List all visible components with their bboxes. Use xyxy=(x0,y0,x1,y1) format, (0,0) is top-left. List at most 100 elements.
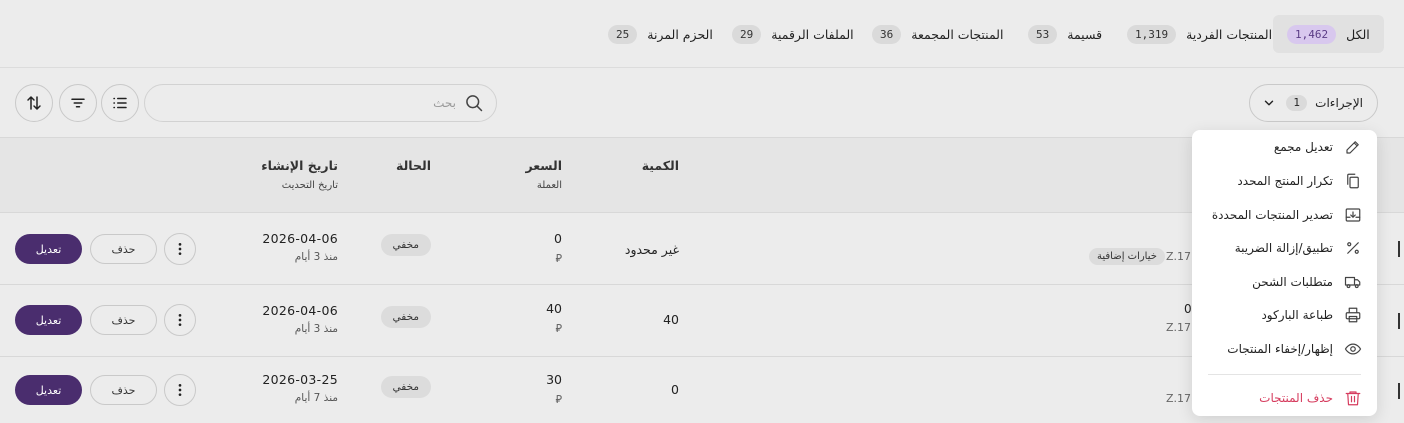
menu-item-tax[interactable]: تطبيق/إزالة الضريبة xyxy=(1192,233,1377,263)
riyal-currency-icon: ⃁ xyxy=(555,322,562,335)
search-box[interactable] xyxy=(144,84,497,122)
more-options-button[interactable] xyxy=(164,304,196,336)
kebab-menu-icon xyxy=(172,241,188,257)
menu-item-export[interactable]: تصدير المنتجات المحددة xyxy=(1192,200,1377,230)
tab-label: الملفات الرقمية xyxy=(771,26,854,42)
product-type-tabs: الكل 1,462 المنتجات الفردية 1,319 قسيمة … xyxy=(0,0,1404,68)
product-sku: Z.17 xyxy=(1166,250,1192,263)
pencil-icon xyxy=(1343,137,1363,157)
price-cell: 30 ⃁ xyxy=(546,372,562,407)
actions-dropdown-button[interactable]: الإجراءات 1 xyxy=(1249,84,1378,122)
tab-count-badge: 1,319 xyxy=(1127,24,1177,44)
tab-count-badge: 53 xyxy=(1028,24,1058,44)
actions-label: الإجراءات xyxy=(1315,96,1363,110)
extra-options-chip: خيارات إضافية xyxy=(1089,248,1165,265)
updated-relative-time: منذ 7 أيام xyxy=(294,392,338,404)
chevron-down-icon xyxy=(1262,96,1276,110)
tab-bundled-products[interactable]: المنتجات المجمعة 36 xyxy=(858,15,1017,53)
menu-divider xyxy=(1208,374,1361,375)
tab-label: المنتجات المجمعة xyxy=(911,26,1004,42)
product-sku: Z.17 xyxy=(1166,321,1192,334)
trash-icon xyxy=(1343,388,1363,408)
menu-item-bulk-edit[interactable]: تعديل مجمع xyxy=(1192,132,1377,162)
tab-single-products[interactable]: المنتجات الفردية 1,319 xyxy=(1113,15,1286,53)
menu-item-print-barcode[interactable]: طباعة الباركود xyxy=(1192,300,1377,330)
export-icon xyxy=(1343,205,1363,225)
search-icon xyxy=(464,93,484,113)
price-value: 30 xyxy=(546,372,562,387)
menu-item-delete-products[interactable]: حذف المنتجات xyxy=(1192,383,1377,413)
created-date: 2026-04-06 xyxy=(262,303,338,318)
filter-icon xyxy=(69,94,87,112)
row-edge-marker xyxy=(1398,383,1402,399)
search-input[interactable] xyxy=(356,96,456,110)
updated-date-header: تاريخ التحديث xyxy=(281,180,338,191)
list-icon xyxy=(111,94,129,112)
hidden-product-value: 0 xyxy=(1184,302,1192,316)
delete-button[interactable]: حذف xyxy=(90,234,157,264)
price-value: 40 xyxy=(546,301,562,316)
tab-digital-files[interactable]: الملفات الرقمية 29 xyxy=(718,15,868,53)
created-date-header: تاريخ الإنشاء xyxy=(261,158,338,173)
column-header-price: السعر العملة xyxy=(525,158,562,191)
price-cell: 40 ⃁ xyxy=(546,301,562,336)
created-date: 2026-03-25 xyxy=(262,372,338,387)
copy-icon xyxy=(1343,171,1363,191)
status-cell: مخفي xyxy=(380,306,431,328)
riyal-currency-icon: ⃁ xyxy=(555,252,562,265)
printer-icon xyxy=(1343,305,1363,325)
kebab-menu-icon xyxy=(172,312,188,328)
product-sku: Z.17 xyxy=(1166,392,1192,405)
edit-button[interactable]: تعديل xyxy=(15,234,82,264)
tab-all[interactable]: الكل 1,462 xyxy=(1273,15,1384,53)
sort-button[interactable] xyxy=(15,84,53,122)
status-badge: مخفي xyxy=(380,306,431,328)
date-cell: 2026-04-06 منذ 3 أيام xyxy=(262,231,338,263)
column-header-dates: تاريخ الإنشاء تاريخ التحديث xyxy=(261,158,338,191)
selected-count-badge: 1 xyxy=(1286,95,1308,111)
kebab-menu-icon xyxy=(172,382,188,398)
edit-button[interactable]: تعديل xyxy=(15,375,82,405)
created-date: 2026-04-06 xyxy=(262,231,338,246)
percent-icon xyxy=(1343,238,1363,258)
price-cell: 0 ⃁ xyxy=(554,231,562,266)
quantity-cell: 40 xyxy=(663,312,679,327)
more-options-button[interactable] xyxy=(164,233,196,265)
more-options-button[interactable] xyxy=(164,374,196,406)
delete-button[interactable]: حذف xyxy=(90,375,157,405)
eye-icon xyxy=(1343,339,1363,359)
price-value: 0 xyxy=(554,231,562,246)
menu-item-duplicate[interactable]: تكرار المنتج المحدد xyxy=(1192,166,1377,196)
status-cell: مخفي xyxy=(380,234,431,256)
tab-count-badge: 25 xyxy=(608,24,638,44)
tab-label: الحزم المرنة xyxy=(647,26,713,42)
list-view-button[interactable] xyxy=(101,84,139,122)
row-edge-marker xyxy=(1398,241,1402,257)
updated-relative-time: منذ 3 أيام xyxy=(294,251,338,263)
tab-label: المنتجات الفردية xyxy=(1186,26,1273,42)
updated-relative-time: منذ 3 أيام xyxy=(294,323,338,335)
tab-count-badge: 29 xyxy=(732,24,762,44)
column-header-quantity: الكمية xyxy=(641,158,679,173)
sort-arrows-icon xyxy=(25,94,43,112)
tab-label: الكل xyxy=(1346,26,1370,42)
quantity-cell: 0 xyxy=(671,382,679,397)
currency-subheader: العملة xyxy=(536,180,562,191)
column-header-status: الحالة xyxy=(396,158,431,173)
price-header-label: السعر xyxy=(525,158,562,173)
tab-count-badge: 36 xyxy=(872,24,902,44)
quantity-cell: غير محدود xyxy=(624,242,679,257)
row-edge-marker xyxy=(1398,313,1402,329)
menu-item-shipping[interactable]: متطلبات الشحن xyxy=(1192,267,1377,297)
delete-button[interactable]: حذف xyxy=(90,305,157,335)
tab-label: قسيمة xyxy=(1067,26,1103,42)
menu-item-toggle-visibility[interactable]: إظهار/إخفاء المنتجات xyxy=(1192,334,1377,364)
riyal-currency-icon: ⃁ xyxy=(555,393,562,406)
tab-coupons[interactable]: قسيمة 53 xyxy=(1014,15,1116,53)
filter-button[interactable] xyxy=(59,84,97,122)
date-cell: 2026-04-06 منذ 3 أيام xyxy=(262,303,338,335)
actions-dropdown-menu: تعديل مجمع تكرار المنتج المحدد تصدير الم… xyxy=(1192,130,1377,416)
edit-button[interactable]: تعديل xyxy=(15,305,82,335)
status-badge: مخفي xyxy=(380,376,431,398)
tab-flexible-bundles[interactable]: الحزم المرنة 25 xyxy=(594,15,727,53)
